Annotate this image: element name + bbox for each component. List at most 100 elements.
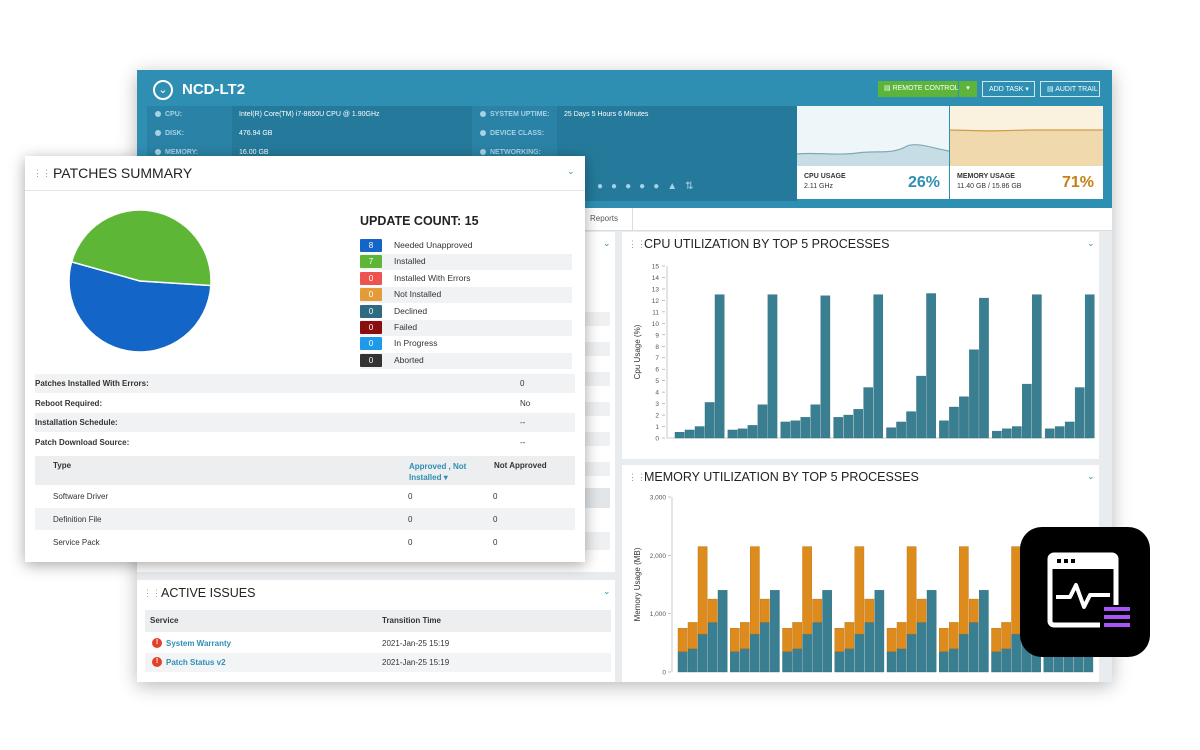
- cpu-bar[interactable]: [810, 404, 821, 439]
- drag-handle-icon[interactable]: ⋮⋮: [143, 588, 161, 599]
- cpu-bar[interactable]: [704, 402, 715, 439]
- legend-row[interactable]: 0 Installed With Errors: [360, 271, 572, 287]
- chevron-down-icon[interactable]: ⌄: [603, 238, 611, 249]
- cpu-bar[interactable]: [916, 375, 926, 439]
- memory-bar-base[interactable]: [822, 590, 832, 673]
- memory-bar-base[interactable]: [844, 648, 855, 673]
- cpu-bar[interactable]: [969, 349, 979, 439]
- memory-bar-base[interactable]: [760, 622, 770, 673]
- memory-bar-base[interactable]: [740, 648, 750, 673]
- transition-time-column-header[interactable]: Transition Time: [382, 616, 441, 625]
- type-column-header[interactable]: Type: [53, 461, 71, 470]
- cpu-bar[interactable]: [800, 417, 811, 439]
- cpu-bar[interactable]: [906, 411, 916, 439]
- memory-bar-base[interactable]: [750, 633, 760, 673]
- memory-bar-top[interactable]: [792, 622, 802, 649]
- memory-usage-tile[interactable]: MEMORY USAGE 11.40 GB / 15.86 GB 71%: [950, 106, 1103, 199]
- shield-icon[interactable]: ●: [597, 181, 611, 192]
- memory-bar-top[interactable]: [906, 546, 917, 635]
- memory-bar-top[interactable]: [949, 622, 959, 649]
- cpu-bar[interactable]: [714, 294, 725, 439]
- memory-bar-base[interactable]: [707, 622, 718, 673]
- cpu-bar[interactable]: [896, 421, 906, 439]
- memory-bar-base[interactable]: [834, 651, 845, 673]
- add-task-button[interactable]: ADD TASK ▾: [982, 81, 1035, 97]
- settings-icon[interactable]: ●: [653, 181, 667, 192]
- cpu-bar[interactable]: [820, 295, 831, 439]
- cpu-bar[interactable]: [1054, 426, 1065, 439]
- memory-bar-base[interactable]: [991, 651, 1001, 673]
- cpu-bar[interactable]: [959, 396, 969, 439]
- drag-handle-icon[interactable]: ⋮⋮: [33, 168, 51, 179]
- memory-bar-base[interactable]: [792, 648, 802, 673]
- cpu-bar[interactable]: [747, 425, 758, 439]
- legend-row[interactable]: 0 Aborted: [360, 352, 572, 369]
- cpu-bar[interactable]: [684, 429, 695, 439]
- memory-bar-base[interactable]: [864, 622, 875, 673]
- memory-bar-top[interactable]: [969, 598, 979, 623]
- memory-bar-top[interactable]: [740, 622, 750, 649]
- chevron-down-icon[interactable]: ⌄: [1087, 238, 1095, 249]
- memory-bar-base[interactable]: [854, 633, 865, 673]
- cpu-bar[interactable]: [1064, 421, 1075, 439]
- chevron-down-icon[interactable]: ⌄: [603, 586, 611, 597]
- issue-service-link[interactable]: System Warranty: [166, 639, 231, 648]
- cpu-bar[interactable]: [1074, 387, 1085, 439]
- memory-bar-top[interactable]: [886, 628, 897, 652]
- cpu-bar[interactable]: [833, 417, 844, 439]
- cpu-bar[interactable]: [949, 406, 959, 439]
- memory-bar-base[interactable]: [939, 651, 949, 673]
- memory-bar-base[interactable]: [896, 648, 907, 673]
- cpu-bar[interactable]: [1002, 428, 1012, 439]
- chevron-down-icon[interactable]: ⌄: [1087, 471, 1095, 482]
- cpu-bar[interactable]: [992, 430, 1002, 439]
- memory-bar-top[interactable]: [834, 628, 845, 652]
- memory-bar-base[interactable]: [687, 648, 698, 673]
- approved-not-installed-column-header[interactable]: Approved , Not Installed ▾: [409, 461, 487, 483]
- remote-control-dropdown-button[interactable]: ▾: [959, 81, 977, 97]
- memory-bar-base[interactable]: [730, 651, 740, 673]
- memory-bar-base[interactable]: [802, 633, 812, 673]
- cpu-bar[interactable]: [757, 404, 768, 439]
- memory-bar-top[interactable]: [750, 546, 760, 635]
- cpu-bar[interactable]: [767, 294, 778, 439]
- cpu-bar[interactable]: [853, 409, 864, 439]
- cpu-bar[interactable]: [737, 428, 748, 439]
- memory-bar-top[interactable]: [687, 622, 698, 649]
- cpu-bar[interactable]: [979, 297, 989, 439]
- memory-bar-top[interactable]: [802, 546, 812, 635]
- chevron-down-icon[interactable]: ⌄: [567, 166, 575, 177]
- memory-bar-top[interactable]: [864, 598, 875, 623]
- memory-bar-base[interactable]: [717, 590, 728, 673]
- memory-bar-base[interactable]: [916, 622, 927, 673]
- issue-service-link[interactable]: Patch Status v2: [166, 658, 226, 667]
- tab-reports[interactable]: Reports: [582, 208, 633, 230]
- memory-bar-top[interactable]: [896, 622, 907, 649]
- sort-icon[interactable]: ⇅: [685, 181, 701, 192]
- tools-icon[interactable]: ●: [625, 181, 639, 192]
- memory-bar-top[interactable]: [697, 546, 708, 635]
- memory-bar-top[interactable]: [959, 546, 969, 635]
- memory-bar-top[interactable]: [677, 628, 688, 652]
- legend-row[interactable]: 8 Needed Unapproved: [360, 238, 572, 254]
- memory-bar-top[interactable]: [782, 628, 792, 652]
- memory-bar-top[interactable]: [812, 598, 822, 623]
- memory-bar-base[interactable]: [906, 633, 917, 673]
- memory-bar-top[interactable]: [1001, 622, 1011, 649]
- legend-row[interactable]: 0 Declined: [360, 304, 572, 320]
- cpu-bar[interactable]: [1044, 428, 1055, 439]
- memory-bar-top[interactable]: [854, 546, 865, 635]
- memory-bar-top[interactable]: [844, 622, 855, 649]
- memory-bar-top[interactable]: [730, 628, 740, 652]
- memory-bar-base[interactable]: [770, 590, 780, 673]
- cpu-usage-tile[interactable]: CPU USAGE 2.11 GHz 26%: [797, 106, 949, 199]
- memory-bar-base[interactable]: [1001, 648, 1011, 673]
- memory-bar-base[interactable]: [949, 648, 959, 673]
- cpu-bar[interactable]: [727, 429, 738, 439]
- lock-icon[interactable]: ●: [611, 181, 625, 192]
- memory-bar-base[interactable]: [782, 651, 792, 673]
- cpu-bar[interactable]: [1032, 294, 1042, 439]
- legend-row[interactable]: 7 Installed: [360, 254, 572, 271]
- memory-bar-base[interactable]: [697, 633, 708, 673]
- cpu-bar[interactable]: [863, 387, 874, 439]
